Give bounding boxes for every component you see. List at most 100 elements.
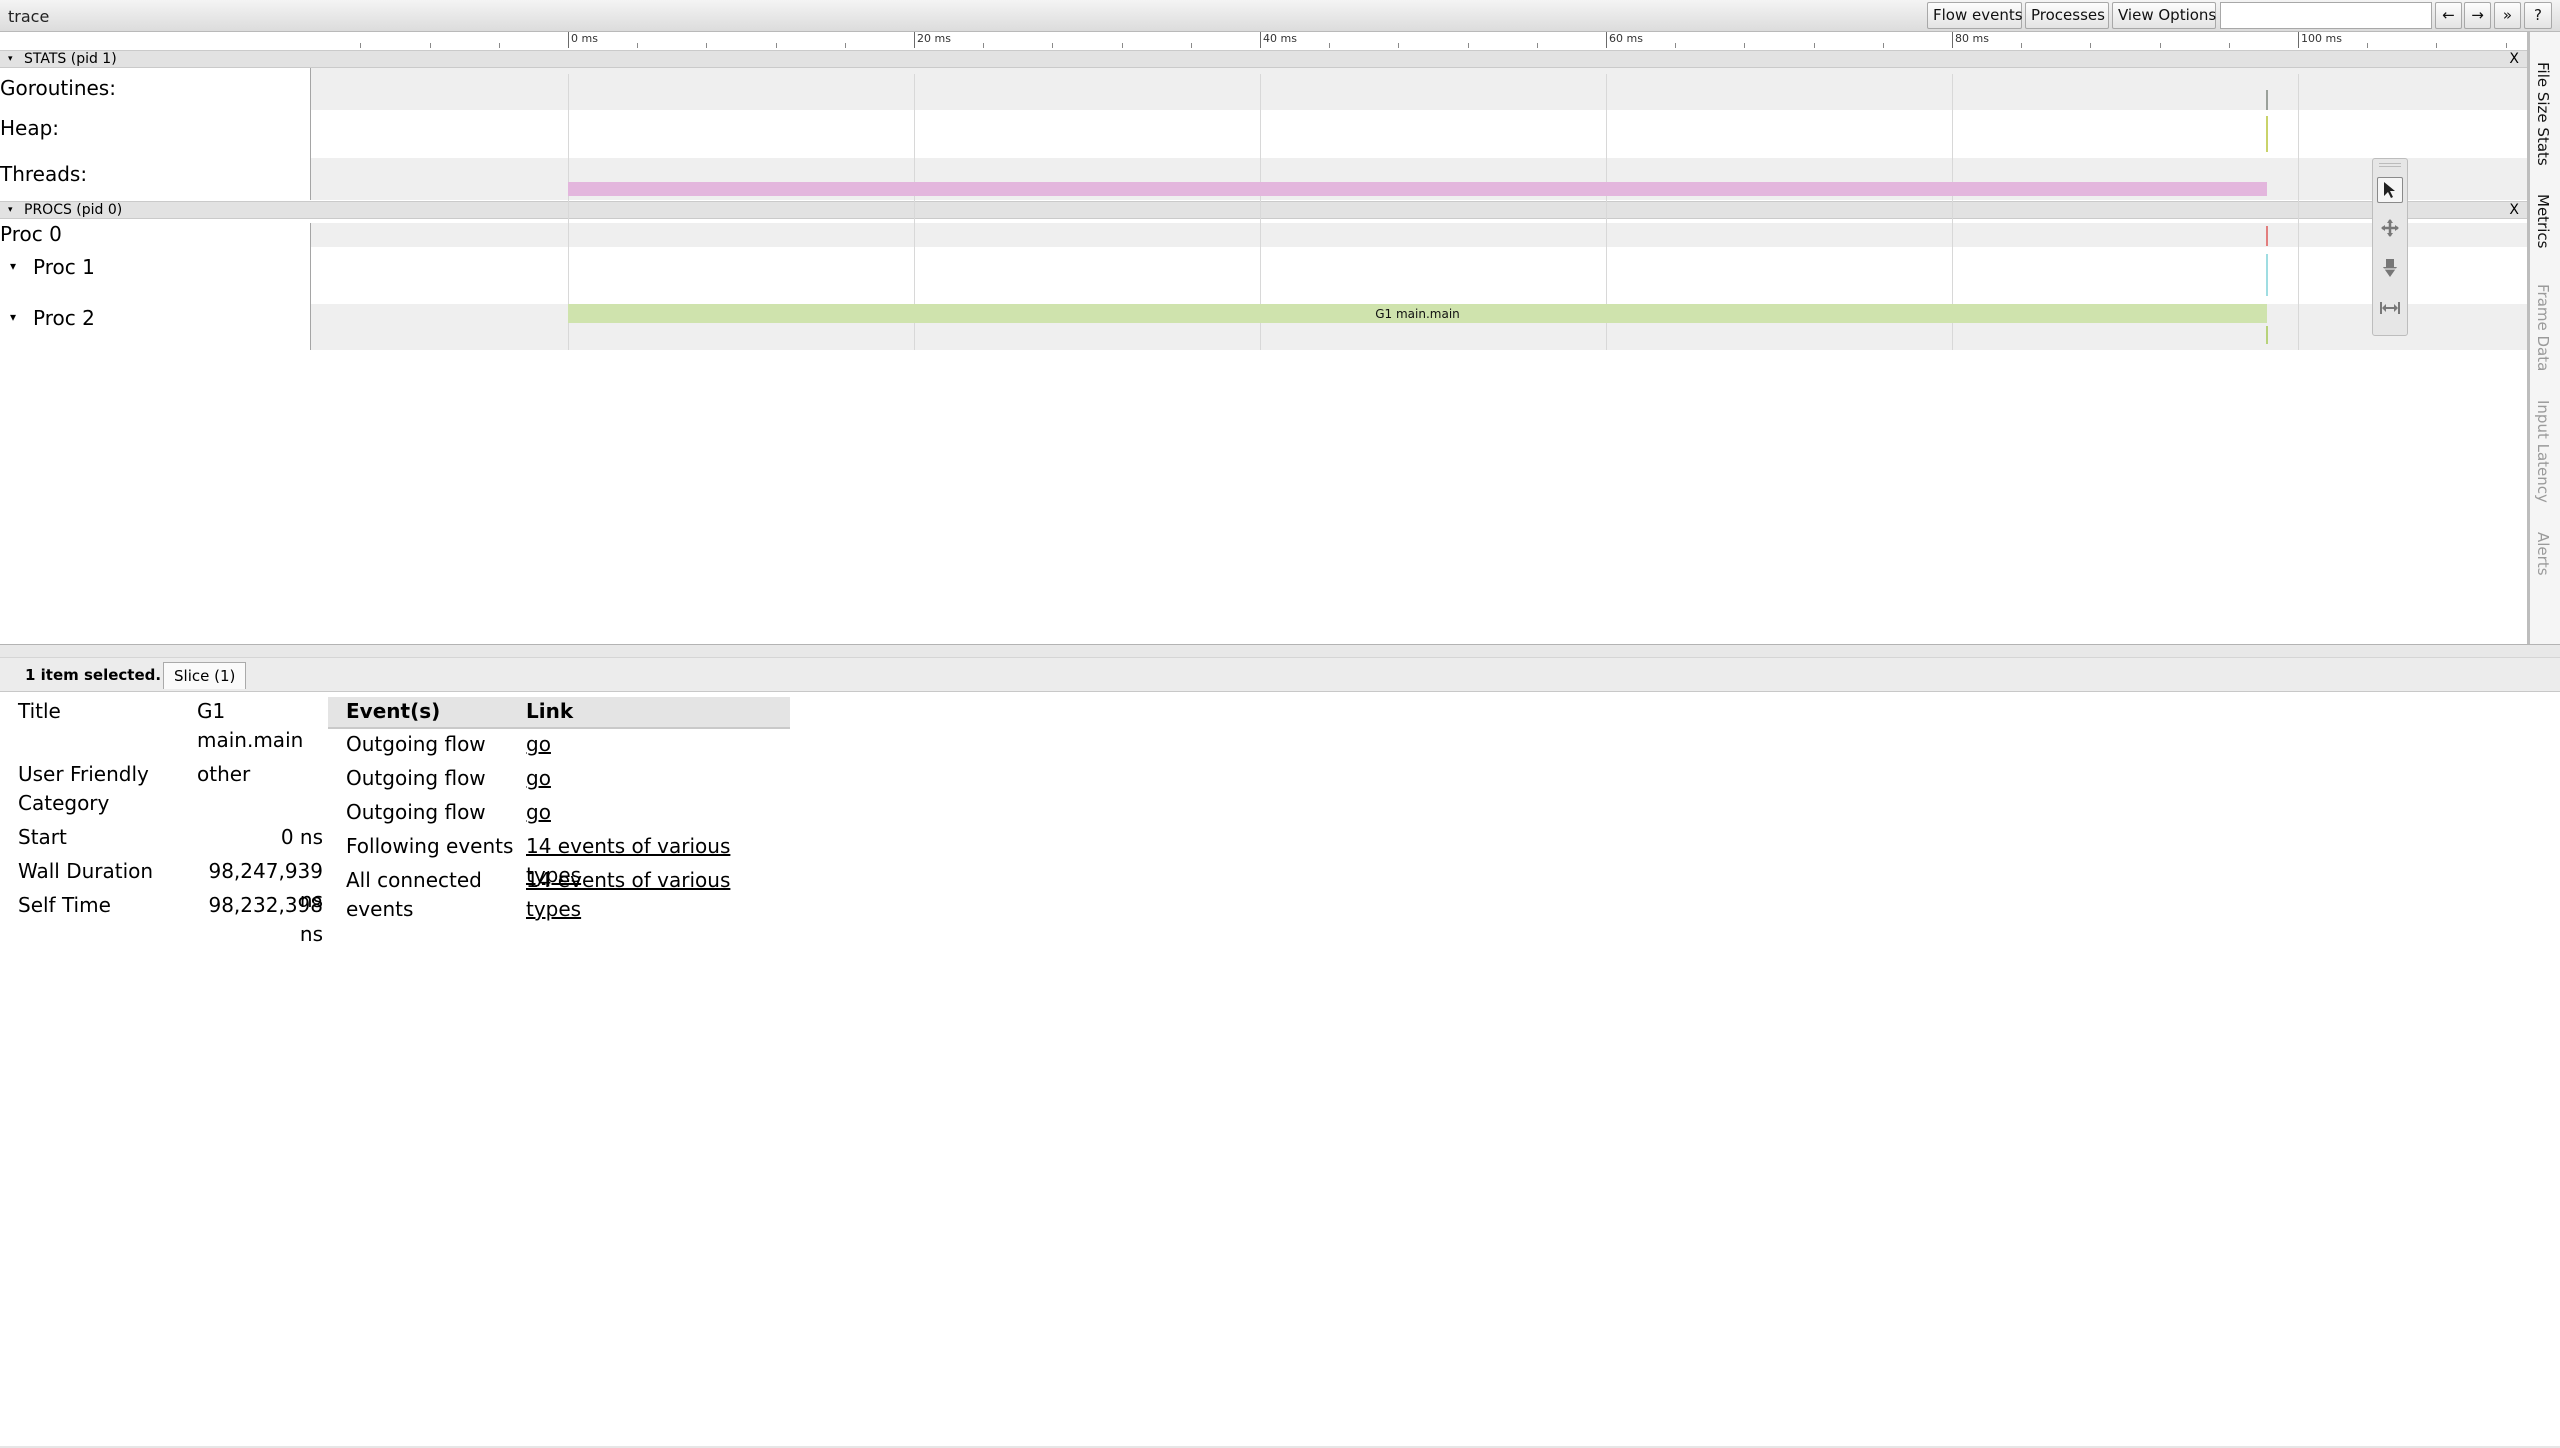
prop-value-category: other [197, 762, 251, 786]
ruler-minor-tick [1122, 43, 1123, 48]
side-tab-input-latency[interactable]: Input Latency [2534, 400, 2552, 503]
prop-label-start: Start [18, 825, 67, 849]
ruler-tick-label: 0 ms [571, 32, 598, 45]
procs-process-header[interactable]: ▾ PROCS (pid 0) X [0, 201, 2527, 219]
analysis-header: 1 item selected. Slice (1) [0, 658, 2560, 692]
proc0-track[interactable]: Proc 0 [0, 222, 2527, 247]
heap-track[interactable]: Heap: [0, 110, 2527, 158]
more-button[interactable]: » [2494, 2, 2521, 29]
goroutines-track[interactable]: Goroutines: [0, 68, 2527, 110]
panel-splitter[interactable] [0, 644, 2560, 658]
processes-button[interactable]: Processes [2025, 2, 2109, 29]
proc2-marker[interactable] [2266, 326, 2268, 344]
prop-label-category-line1: User Friendly [18, 762, 149, 786]
main-goroutine-slice[interactable]: G1 main.main [568, 304, 2267, 323]
ruler-minor-tick [637, 43, 638, 48]
pan-mode-icon[interactable] [2377, 215, 2403, 241]
proc0-label: Proc 0 [0, 222, 62, 246]
ruler-minor-tick [1814, 43, 1815, 48]
flow-row-event: Following events [346, 834, 514, 858]
prop-value-title-line2: main.main [197, 728, 304, 752]
side-tab-alerts[interactable]: Alerts [2534, 532, 2552, 576]
ruler-minor-tick [2229, 43, 2230, 48]
stats-process-label: STATS (pid 1) [24, 51, 117, 67]
top-toolbar: trace Flow events Processes View Options… [0, 0, 2560, 32]
drag-handle[interactable] [2379, 163, 2401, 167]
ruler-major-tick [568, 32, 569, 48]
help-button[interactable]: ? [2524, 2, 2552, 29]
heap-marker[interactable] [2266, 116, 2268, 152]
side-tab-frame-data[interactable]: Frame Data [2534, 284, 2552, 371]
side-tab-file-size-stats[interactable]: File Size Stats [2534, 62, 2552, 166]
ruler-minor-tick [1744, 43, 1745, 48]
ruler-tick-label: 60 ms [1609, 32, 1643, 45]
ruler-tick-label: 20 ms [917, 32, 951, 45]
proc0-marker[interactable] [2266, 226, 2268, 246]
track-label: Proc 0 [0, 222, 311, 247]
ruler-major-tick [1952, 32, 1953, 48]
ruler-major-tick [1260, 32, 1261, 48]
ruler-tick-label: 80 ms [1955, 32, 1989, 45]
ruler-minor-tick [499, 43, 500, 48]
threads-label: Threads: [0, 162, 88, 186]
flow-events-button[interactable]: Flow events [1927, 2, 2023, 29]
ruler-minor-tick [2367, 43, 2368, 48]
prop-value-self-time: 98,232,398 ns [208, 893, 323, 946]
selection-count: 1 item selected. [25, 666, 162, 684]
flow-row-event: Outgoing flow [346, 766, 486, 790]
ruler-tick-label: 40 ms [1263, 32, 1297, 45]
slice-title: G1 main.main [1375, 306, 1460, 321]
procs-process-label: PROCS (pid 0) [24, 202, 123, 218]
side-tab-metrics[interactable]: Metrics [2534, 194, 2552, 248]
search-input[interactable] [2220, 2, 2432, 29]
ruler-minor-tick [2021, 43, 2022, 48]
flow-row-event: All connected [346, 868, 482, 892]
flow-row-event: Outgoing flow [346, 800, 486, 824]
ruler-minor-tick [2506, 43, 2507, 48]
view-options-button[interactable]: View Options [2112, 2, 2216, 29]
expand-triangle-icon[interactable]: ▾ [10, 259, 16, 273]
timing-mode-icon[interactable] [2377, 295, 2403, 321]
slice-tab[interactable]: Slice (1) [163, 662, 247, 689]
flow-row-link[interactable]: 14 events of various types [526, 866, 790, 924]
zoom-mode-icon[interactable] [2377, 255, 2403, 281]
prop-label-category-line2: Category [18, 791, 110, 815]
expand-triangle-icon[interactable]: ▾ [10, 310, 16, 324]
collapse-triangle-icon[interactable]: ▾ [8, 202, 13, 218]
collapse-triangle-icon[interactable]: ▾ [8, 51, 13, 67]
threads-slice[interactable] [568, 182, 2267, 196]
stats-process-header[interactable]: ▾ STATS (pid 1) X [0, 50, 2527, 68]
table-header: Event(s) Link [328, 697, 790, 729]
prop-label-self-time: Self Time [18, 893, 111, 917]
ruler-minor-tick [1537, 43, 1538, 48]
proc1-marker[interactable] [2266, 254, 2268, 296]
proc1-track[interactable]: ▾ Proc 1 [0, 247, 2527, 304]
find-next-button[interactable]: → [2464, 2, 2491, 29]
prop-label-title: Title [18, 699, 61, 723]
time-ruler[interactable]: 0 ms 20 ms 40 ms 60 ms 80 ms 100 ms [311, 32, 2527, 48]
track-label: Threads: [0, 158, 311, 200]
ruler-minor-tick [776, 43, 777, 48]
ruler-tick-label: 100 ms [2301, 32, 2342, 45]
ruler-major-tick [914, 32, 915, 48]
track-label: ▾ Proc 2 [0, 304, 311, 350]
flow-row-link[interactable]: go [526, 764, 551, 793]
ruler-minor-tick [845, 43, 846, 48]
ruler-minor-tick [2090, 43, 2091, 48]
ruler-minor-tick [1883, 43, 1884, 48]
find-previous-button[interactable]: ← [2435, 2, 2462, 29]
close-process-button[interactable]: X [2509, 202, 2519, 218]
flow-row-event: Outgoing flow [346, 732, 486, 756]
flow-row-link[interactable]: go [526, 798, 551, 827]
app-title: trace [8, 7, 50, 26]
goroutines-marker[interactable] [2266, 90, 2268, 110]
grid-line [2298, 74, 2299, 350]
selection-mode-icon[interactable] [2377, 177, 2403, 203]
close-process-button[interactable]: X [2509, 51, 2519, 67]
ruler-minor-tick [1329, 43, 1330, 48]
flow-row-event-line2: events [346, 897, 414, 921]
mouse-mode-selector[interactable] [2372, 158, 2408, 336]
track-label: ▾ Proc 1 [0, 247, 311, 304]
proc1-label: Proc 1 [33, 255, 95, 279]
flow-row-link[interactable]: go [526, 730, 551, 759]
